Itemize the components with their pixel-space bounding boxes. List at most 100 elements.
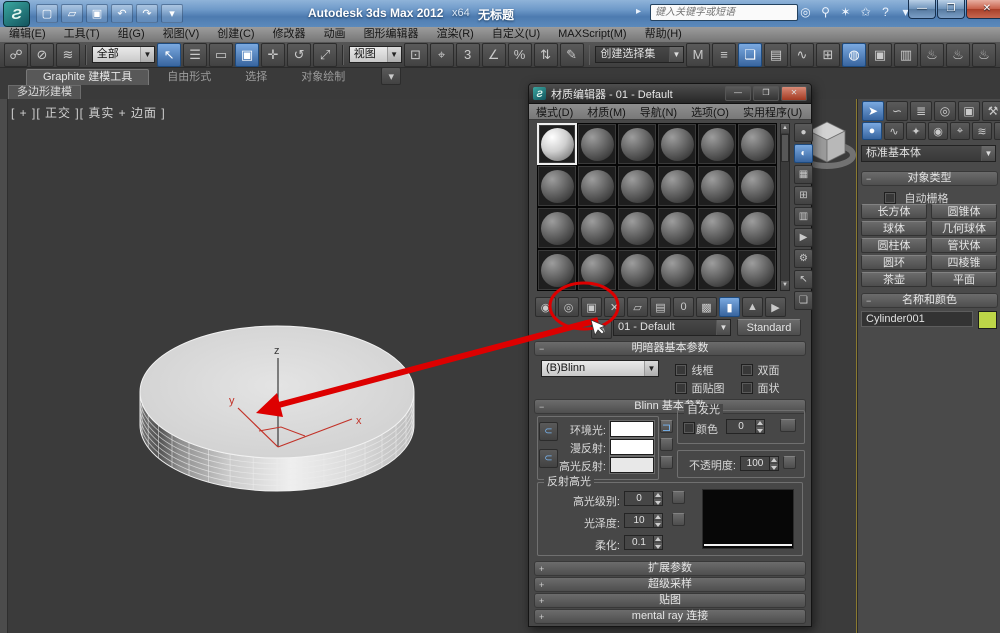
material-slot[interactable] bbox=[577, 165, 617, 207]
communication-center-icon[interactable]: ✶ bbox=[838, 4, 853, 20]
material-slot[interactable] bbox=[697, 207, 737, 249]
button-geosphere[interactable]: 几何球体 bbox=[931, 221, 997, 236]
ambient-color-swatch[interactable] bbox=[610, 421, 654, 437]
select-by-name-icon[interactable]: ☰ bbox=[183, 42, 208, 67]
material-name-dropdown[interactable]: 01 - Default ▼ bbox=[613, 319, 731, 336]
open-file-icon[interactable]: ▱ bbox=[61, 4, 83, 23]
material-slot[interactable] bbox=[657, 207, 697, 249]
show-shaded-material-in-viewport-icon[interactable]: ▩ bbox=[696, 297, 717, 317]
button-sphere[interactable]: 球体 bbox=[861, 221, 927, 236]
diffuse-color-swatch[interactable] bbox=[610, 439, 654, 455]
helpers-category-icon[interactable]: ⌖ bbox=[950, 122, 970, 140]
shader-type-dropdown[interactable]: (B)Blinn ▼ bbox=[541, 360, 659, 377]
graphite-ribbon-toggle-icon[interactable]: ▤ bbox=[764, 42, 788, 67]
menu-item-views[interactable]: 视图(V) bbox=[154, 27, 209, 42]
modify-tab-icon[interactable]: ∽ bbox=[886, 101, 908, 121]
search-history-icon[interactable]: ▸ bbox=[636, 6, 641, 17]
render-icon[interactable]: ♨ bbox=[972, 42, 996, 67]
favorites-star-icon[interactable]: ✩ bbox=[858, 4, 873, 20]
close-button[interactable]: ✕ bbox=[966, 0, 1000, 19]
utilities-tab-icon[interactable]: ⚒ bbox=[982, 101, 1000, 121]
material-slot[interactable] bbox=[577, 249, 617, 291]
create-tab-icon[interactable]: ➤ bbox=[862, 101, 884, 121]
pick-material-from-object-icon[interactable]: ✎ bbox=[591, 319, 612, 339]
material-slot[interactable] bbox=[537, 207, 577, 249]
backlight-icon[interactable]: ◐ bbox=[794, 144, 813, 163]
menu-item-modifiers[interactable]: 修改器 bbox=[264, 27, 315, 42]
material-slot[interactable] bbox=[697, 123, 737, 165]
category-dropdown[interactable]: 标准基本体 ▼ bbox=[861, 145, 996, 162]
viewport-label[interactable]: [ + ][ 正交 ][ 真实 + 边面 ] bbox=[11, 104, 166, 121]
material-type-button[interactable]: Standard bbox=[737, 319, 801, 336]
shader-basic-params-rollout[interactable]: − 明暗器基本参数 bbox=[534, 341, 806, 356]
hierarchy-tab-icon[interactable]: ≣ bbox=[910, 101, 932, 121]
object-color-swatch[interactable] bbox=[978, 311, 997, 329]
material-id-channel-icon[interactable]: 0 bbox=[673, 297, 694, 317]
material-slot[interactable] bbox=[657, 249, 697, 291]
opacity-map-button[interactable] bbox=[783, 456, 796, 469]
selection-filter-dropdown[interactable]: 全部 ▼ bbox=[91, 46, 156, 63]
schematic-view-icon[interactable]: ⊞ bbox=[816, 42, 840, 67]
button-cone[interactable]: 圆锥体 bbox=[931, 204, 997, 219]
material-map-navigator-icon[interactable]: ❏ bbox=[794, 291, 813, 310]
self-illumination-spinner[interactable]: 0 bbox=[726, 419, 765, 434]
menu-item-rendering[interactable]: 渲染(R) bbox=[428, 27, 483, 42]
button-cylinder[interactable]: 圆柱体 bbox=[861, 238, 927, 253]
ribbon-tab-selection[interactable]: 选择 bbox=[229, 70, 283, 85]
make-preview-icon[interactable]: ▶ bbox=[794, 228, 813, 247]
material-slot[interactable] bbox=[737, 165, 777, 207]
button-pyramid[interactable]: 四棱锥 bbox=[931, 255, 997, 270]
undo-icon[interactable]: ↶ bbox=[111, 4, 133, 23]
faceted-checkbox[interactable] bbox=[741, 381, 753, 394]
me-menu-modes[interactable]: 模式(D) bbox=[529, 104, 580, 120]
render-iterative-icon[interactable]: ♨ bbox=[946, 42, 970, 67]
render-setup-icon[interactable]: ▣ bbox=[868, 42, 892, 67]
me-restore-button[interactable]: ❒ bbox=[753, 86, 779, 101]
help-icon[interactable]: ? bbox=[878, 4, 893, 20]
new-file-icon[interactable]: ▢ bbox=[36, 4, 58, 23]
extended-params-rollout[interactable]: + 扩展参数 bbox=[534, 561, 806, 576]
material-slot[interactable] bbox=[737, 207, 777, 249]
bind-to-space-warp-icon[interactable]: ≋ bbox=[56, 42, 80, 67]
scroll-down-icon[interactable]: ▼ bbox=[781, 281, 789, 290]
ribbon-tab-object-paint[interactable]: 对象绘制 bbox=[285, 70, 361, 85]
diffuse-map-button[interactable] bbox=[660, 438, 673, 451]
material-slot[interactable] bbox=[537, 123, 577, 165]
material-slot[interactable] bbox=[737, 123, 777, 165]
systems-category-icon[interactable]: ⚙ bbox=[994, 122, 1000, 140]
name-color-rollout[interactable]: − 名称和颜色 bbox=[861, 293, 998, 308]
menu-item-graph-editors[interactable]: 图形编辑器 bbox=[355, 27, 428, 42]
menu-item-customize[interactable]: 自定义(U) bbox=[483, 27, 549, 42]
reset-map-icon[interactable]: ✕ bbox=[604, 297, 625, 317]
self-illumination-color-checkbox[interactable] bbox=[683, 422, 695, 434]
shapes-category-icon[interactable]: ∿ bbox=[884, 122, 904, 140]
select-object-icon[interactable]: ↖ bbox=[157, 42, 182, 67]
maps-rollout[interactable]: + 贴图 bbox=[534, 593, 806, 608]
button-torus[interactable]: 圆环 bbox=[861, 255, 927, 270]
me-menu-material[interactable]: 材质(M) bbox=[580, 104, 633, 120]
menu-item-edit[interactable]: 编辑(E) bbox=[0, 27, 55, 42]
redo-icon[interactable]: ↷ bbox=[136, 4, 158, 23]
object-name-field[interactable]: Cylinder001 bbox=[861, 311, 973, 327]
button-teapot[interactable]: 茶壶 bbox=[861, 272, 927, 287]
display-tab-icon[interactable]: ▣ bbox=[958, 101, 980, 121]
geometry-category-icon[interactable]: ● bbox=[862, 122, 882, 140]
motion-tab-icon[interactable]: ◎ bbox=[934, 101, 956, 121]
select-and-move-icon[interactable]: ✛ bbox=[261, 42, 286, 67]
material-slot[interactable] bbox=[577, 123, 617, 165]
material-options-icon[interactable]: ⚙ bbox=[794, 249, 813, 268]
render-production-icon[interactable]: ♨ bbox=[920, 42, 944, 67]
align-icon[interactable]: ≡ bbox=[712, 42, 736, 67]
window-crossing-icon[interactable]: ▣ bbox=[235, 42, 260, 67]
material-slot[interactable] bbox=[577, 207, 617, 249]
space-warps-category-icon[interactable]: ≋ bbox=[972, 122, 992, 140]
mental-ray-rollout[interactable]: + mental ray 连接 bbox=[534, 609, 806, 624]
select-and-manipulate-icon[interactable]: ⌖ bbox=[429, 42, 454, 67]
slot-scrollbar[interactable]: ▲ ▼ bbox=[780, 123, 790, 291]
material-slot[interactable] bbox=[657, 165, 697, 207]
me-minimize-button[interactable]: — bbox=[725, 86, 751, 101]
layer-manager-icon[interactable]: ❏ bbox=[738, 42, 762, 67]
ribbon-tab-graphite[interactable]: Graphite 建模工具 bbox=[26, 69, 150, 85]
lights-category-icon[interactable]: ✦ bbox=[906, 122, 926, 140]
menu-item-help[interactable]: 帮助(H) bbox=[636, 27, 691, 42]
